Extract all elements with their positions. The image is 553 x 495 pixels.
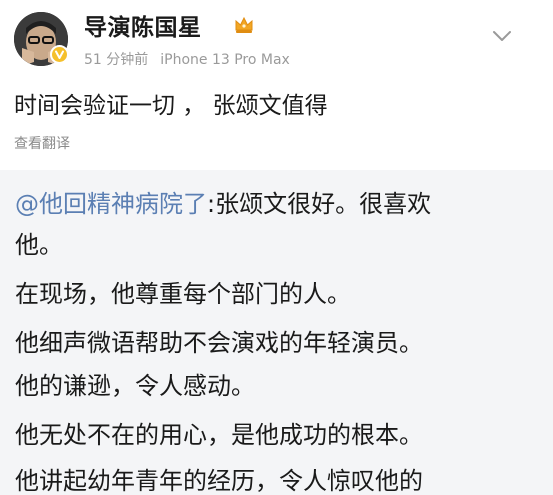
quote-line-text: :张颂文很好。很喜欢 (207, 190, 432, 218)
quote-line: 他。 (15, 231, 63, 259)
quote-line: 他细声微语帮助不会演戏的年轻演员。 (15, 329, 423, 357)
verified-v-icon (50, 45, 69, 64)
quote-line: 他无处不在的用心，是他成功的根本。 (15, 421, 423, 449)
mention-link[interactable]: @他回精神病院了 (15, 190, 207, 218)
quote-line: 在现场，他尊重每个部门的人。 (15, 280, 351, 308)
quote-line: @他回精神病院了:张颂文很好。很喜欢 (15, 189, 431, 219)
username[interactable]: 导演陈国星 (84, 14, 202, 42)
reposted-content[interactable]: @他回精神病院了:张颂文很好。很喜欢 他。 在现场，他尊重每个部门的人。 他细声… (0, 170, 553, 495)
chevron-down-icon[interactable] (490, 28, 514, 44)
post-meta: 51 分钟前 iPhone 13 Pro Max (84, 50, 290, 70)
quote-line: 他的谦逊，令人感动。 (15, 372, 255, 400)
quote-line: 他讲起幼年青年的经历，令人惊叹他的 (15, 467, 423, 495)
weibo-post-page: 导演陈国星 51 分钟前 iPhone 13 Pro Max 时间会验证一切 ， … (0, 0, 553, 495)
post-time: 51 分钟前 (84, 52, 149, 68)
post-device: iPhone 13 Pro Max (160, 52, 290, 68)
post-text: 时间会验证一切 ， 张颂文值得 (14, 93, 328, 119)
translate-link[interactable]: 查看翻译 (14, 134, 70, 154)
crown-icon[interactable] (233, 14, 255, 36)
